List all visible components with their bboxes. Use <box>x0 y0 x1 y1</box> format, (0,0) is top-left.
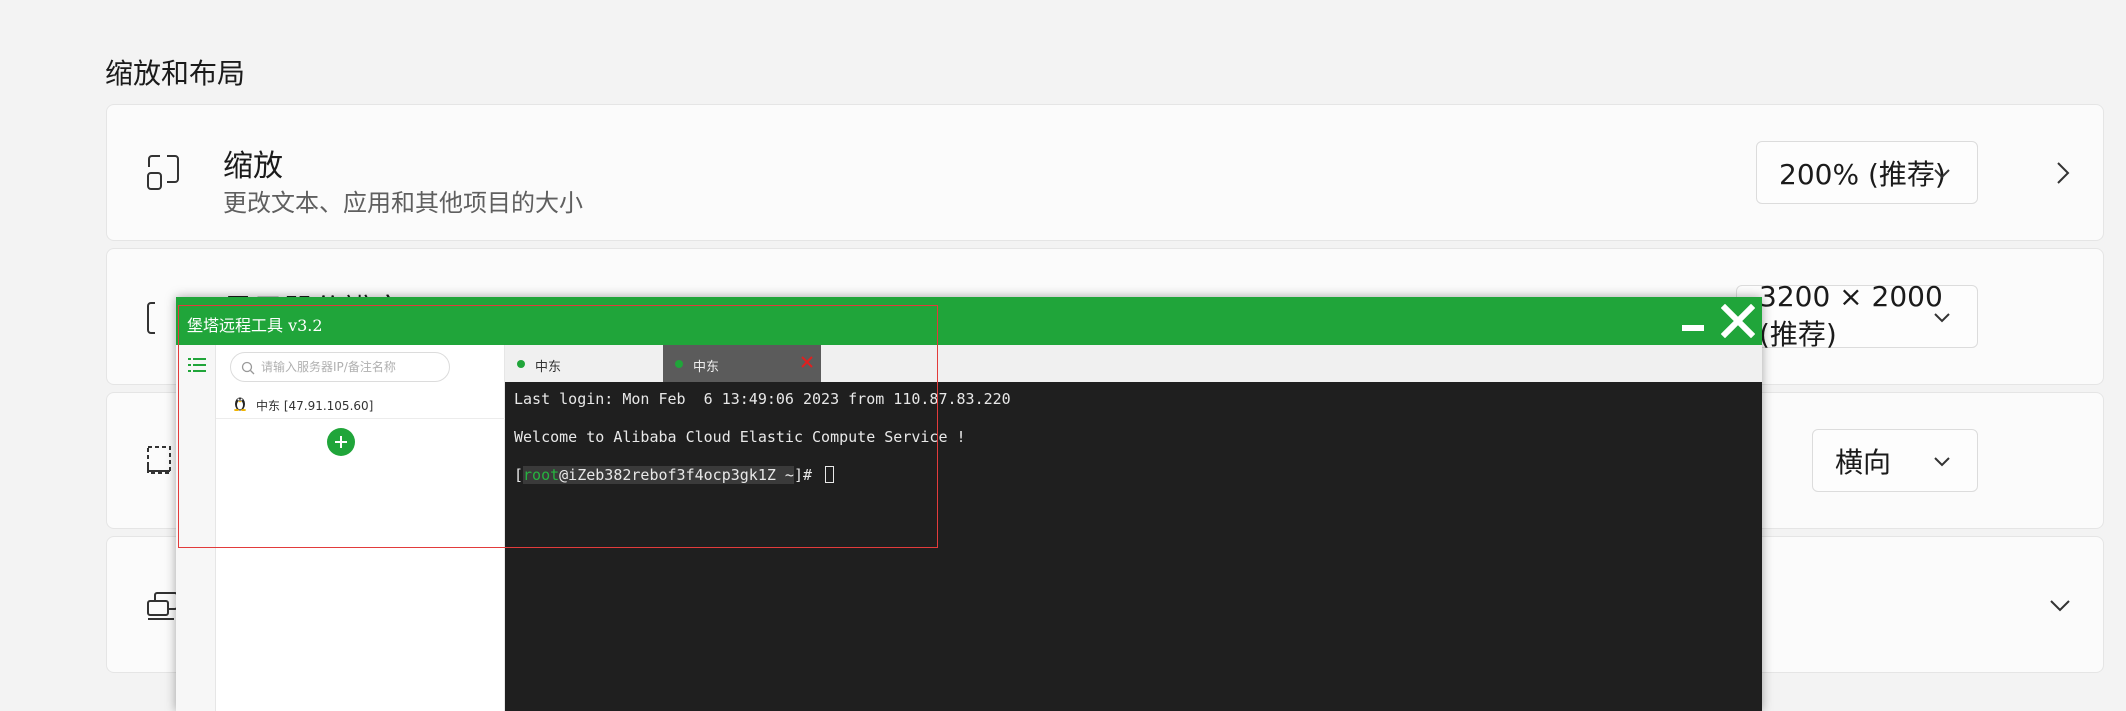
scale-value: 200% (推荐) <box>1779 157 1946 191</box>
resolution-dropdown[interactable]: 3200 × 2000 (推荐) <box>1736 280 1978 351</box>
minimize-icon[interactable] <box>1682 325 1704 331</box>
scale-dropdown[interactable]: 200% (推荐) <box>1756 141 1978 204</box>
chevron-down-icon <box>1934 313 1950 323</box>
close-icon[interactable] <box>1721 304 1755 338</box>
scale-title: 缩放 <box>223 149 283 184</box>
scale-card[interactable]: 缩放 更改文本、应用和其他项目的大小 200% (推荐) <box>106 104 2104 241</box>
selection-rectangle <box>178 305 938 548</box>
section-title: 缩放和布局 <box>105 57 246 90</box>
chevron-down-icon[interactable] <box>2047 593 2073 619</box>
chevron-right-icon[interactable] <box>2052 153 2076 193</box>
scale-subtitle: 更改文本、应用和其他项目的大小 <box>223 189 583 217</box>
chevron-down-icon <box>1934 169 1950 179</box>
chevron-down-icon <box>1934 457 1950 467</box>
scale-icon <box>147 155 179 190</box>
orientation-value: 横向 <box>1835 445 1892 479</box>
orientation-dropdown[interactable]: 横向 <box>1812 429 1978 492</box>
